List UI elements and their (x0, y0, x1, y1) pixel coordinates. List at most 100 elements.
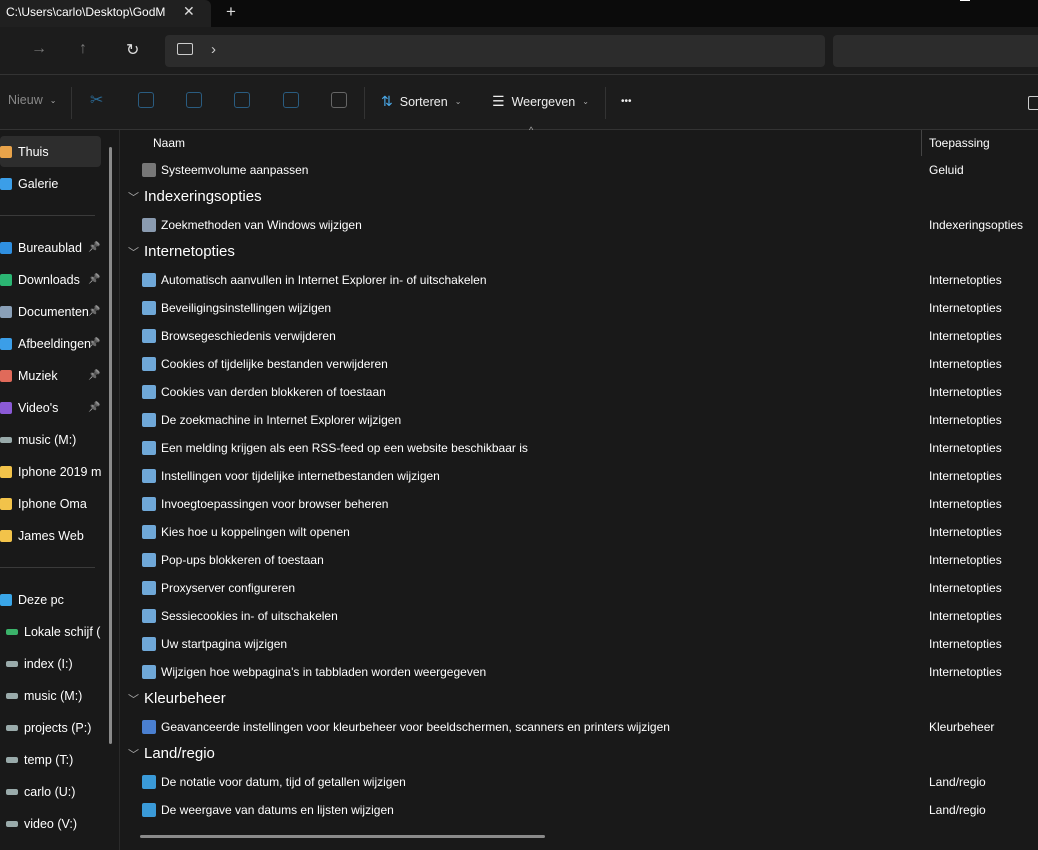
list-item[interactable]: Zoekmethoden van Windows wijzigen Indexer… (121, 211, 1038, 239)
share-icon[interactable] (283, 92, 299, 108)
sidebar-scrollbar[interactable] (109, 147, 112, 744)
sidebar-item[interactable]: Afbeeldingen 📌 (0, 328, 101, 359)
cut-icon[interactable]: ✂ (90, 90, 103, 110)
close-tab-icon[interactable]: ✕ (183, 3, 195, 20)
item-application: Internetopties (929, 581, 1002, 595)
item-name: Systeemvolume aanpassen (161, 163, 309, 177)
sidebar-item[interactable]: index (I:) (0, 648, 101, 679)
list-item[interactable]: De weergave van datums en lijsten wijzig… (121, 796, 1038, 824)
sidebar-item[interactable]: Iphone Oma (0, 488, 101, 519)
address-input[interactable]: › (165, 35, 825, 67)
pin-icon[interactable]: 📌 (88, 370, 100, 381)
sidebar-icon (0, 145, 12, 158)
sidebar-item-label: Documenten (18, 304, 89, 319)
list-item[interactable]: Cookies van derden blokkeren of toestaan… (121, 378, 1038, 406)
minimize-icon[interactable] (960, 0, 970, 1)
chevron-down-icon[interactable]: ﹀ (128, 244, 139, 260)
item-application: Kleurbeheer (929, 720, 995, 734)
list-item[interactable]: Sessiecookies in- of uitschakelen Interne… (121, 602, 1038, 630)
list-item[interactable]: Wijzigen hoe webpagina's in tabbladen wo… (121, 658, 1038, 686)
pin-icon[interactable]: 📌 (88, 242, 100, 253)
delete-icon[interactable] (331, 92, 347, 108)
item-application: Internetopties (929, 497, 1002, 511)
sort-ascending-icon: ^ (529, 125, 534, 135)
list-item[interactable]: De zoekmachine in Internet Explorer wijz… (121, 406, 1038, 434)
list-item[interactable]: Pop-ups blokkeren of toestaan Internetopt… (121, 546, 1038, 574)
sort-button[interactable]: ⇅ Sorteren ⌄ (381, 93, 461, 110)
group-header[interactable]: ﹀ Internetopties (121, 239, 1038, 266)
chevron-down-icon[interactable]: ﹀ (128, 691, 139, 707)
list-item[interactable]: Proxyserver configureren Internetopties (121, 574, 1038, 602)
view-button[interactable]: ☰ Weergeven ⌄ (492, 93, 589, 110)
item-application: Internetopties (929, 637, 1002, 651)
list-item[interactable]: Systeemvolume aanpassen Geluid (121, 156, 1038, 184)
sidebar-item[interactable]: Galerie (0, 168, 101, 199)
chevron-down-icon[interactable]: ﹀ (128, 189, 139, 205)
column-name[interactable]: Naam (153, 136, 185, 150)
sidebar-item[interactable]: Downloads 📌 (0, 264, 101, 295)
list-item[interactable]: Kies hoe u koppelingen wilt openen Intern… (121, 518, 1038, 546)
new-button[interactable]: Nieuw ⌄ (8, 93, 56, 107)
search-input[interactable] (833, 35, 1038, 67)
breadcrumb-chevron-icon[interactable]: › (211, 41, 216, 58)
item-application: Internetopties (929, 609, 1002, 623)
item-name: Een melding krijgen als een RSS-feed op … (161, 441, 528, 455)
list-item[interactable]: Instellingen voor tijdelijke internetbes… (121, 462, 1038, 490)
sidebar-item-label: Galerie (18, 176, 59, 191)
list-item[interactable]: Browsegeschiedenis verwijderen Internetop… (121, 322, 1038, 350)
sidebar-item[interactable]: Documenten 📌 (0, 296, 101, 327)
paste-icon[interactable] (186, 92, 202, 108)
sidebar-item[interactable]: Video's 📌 (0, 392, 101, 423)
copy-icon[interactable] (138, 92, 154, 108)
sidebar-item[interactable]: music (M:) (0, 680, 101, 711)
list-item[interactable]: Invoegtoepassingen voor browser beheren I… (121, 490, 1038, 518)
refresh-icon[interactable]: ↻ (126, 40, 139, 60)
sidebar-item-label: Afbeeldingen (18, 336, 91, 351)
control-panel-item-icon (142, 301, 156, 315)
list-item[interactable]: Uw startpagina wijzigen Internetopties (121, 630, 1038, 658)
details-pane-icon[interactable] (1028, 96, 1038, 110)
sidebar-item[interactable]: Iphone 2019 ma (0, 456, 101, 487)
new-tab-button[interactable]: + (226, 2, 236, 22)
sidebar-item[interactable]: carlo (U:) (0, 776, 101, 807)
item-name: Browsegeschiedenis verwijderen (161, 329, 336, 343)
sidebar-item[interactable]: projects (P:) (0, 712, 101, 743)
item-application: Internetopties (929, 329, 1002, 343)
sidebar-item[interactable]: James Web (0, 520, 101, 551)
list-item[interactable]: Automatisch aanvullen in Internet Explor… (121, 266, 1038, 294)
list-item[interactable]: Beveiligingsinstellingen wijzigen Interne… (121, 294, 1038, 322)
list-item[interactable]: Geavanceerde instellingen voor kleurbehe… (121, 713, 1038, 741)
chevron-down-icon[interactable]: ﹀ (128, 746, 139, 762)
list-item[interactable]: Een melding krijgen als een RSS-feed op … (121, 434, 1038, 462)
control-panel-item-icon (142, 441, 156, 455)
drive-icon (6, 692, 18, 699)
rename-icon[interactable] (234, 92, 250, 108)
pin-icon[interactable]: 📌 (88, 274, 100, 285)
sidebar-item[interactable]: Thuis (0, 136, 101, 167)
more-options-icon[interactable]: ••• (621, 96, 632, 107)
sidebar-item[interactable]: Bureaublad 📌 (0, 232, 101, 263)
sidebar-item[interactable]: video (V:) (0, 808, 101, 839)
sidebar-item[interactable]: music (M:) (0, 424, 101, 455)
control-panel-item-icon (142, 385, 156, 399)
sidebar-item[interactable]: Lokale schijf (C (0, 616, 101, 647)
horizontal-scrollbar[interactable] (140, 835, 545, 838)
group-header[interactable]: ﹀ Land/regio (121, 741, 1038, 768)
sidebar-item[interactable]: Deze pc (0, 584, 101, 615)
sidebar-item[interactable]: Muziek 📌 (0, 360, 101, 391)
sidebar-item-label: Video's (18, 400, 59, 415)
group-header[interactable]: ﹀ Kleurbeheer (121, 686, 1038, 713)
forward-icon[interactable]: → (31, 40, 47, 58)
group-header[interactable]: ﹀ Indexeringsopties (121, 184, 1038, 211)
pin-icon[interactable]: 📌 (88, 338, 100, 349)
column-divider[interactable] (921, 130, 922, 156)
up-icon[interactable]: ↑ (79, 40, 87, 58)
sidebar-item-label: Iphone 2019 ma (18, 464, 101, 479)
list-item[interactable]: De notatie voor datum, tijd of getallen … (121, 768, 1038, 796)
sidebar-item[interactable]: temp (T:) (0, 744, 101, 775)
pin-icon[interactable]: 📌 (88, 402, 100, 413)
tab-active[interactable]: C:\Users\carlo\Desktop\GodM ✕ (0, 0, 211, 27)
pin-icon[interactable]: 📌 (88, 306, 100, 317)
list-item[interactable]: Cookies of tijdelijke bestanden verwijde… (121, 350, 1038, 378)
column-application[interactable]: Toepassing (929, 136, 990, 150)
